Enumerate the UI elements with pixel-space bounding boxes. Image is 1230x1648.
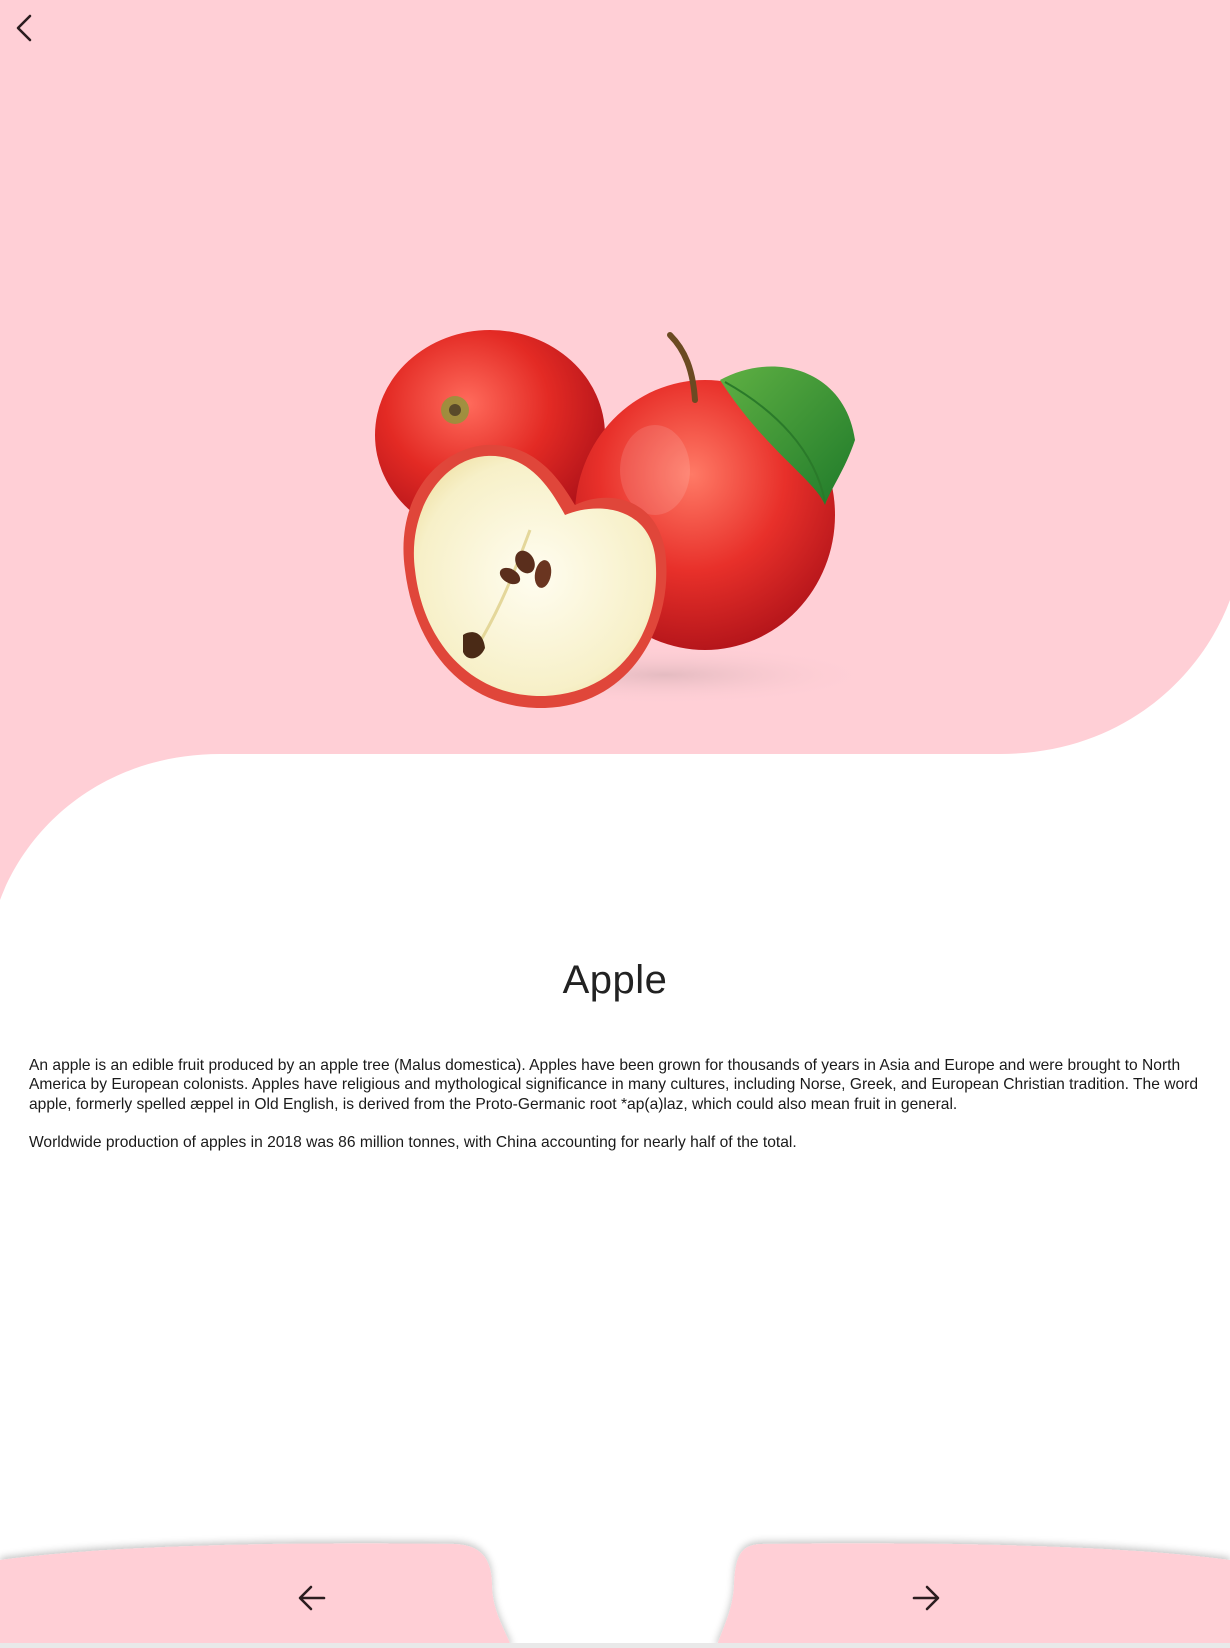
arrow-left-icon: [298, 1585, 326, 1611]
fruit-detail-page: Apple An apple is an edible fruit produc…: [0, 0, 1230, 1648]
arrow-right-icon: [912, 1585, 940, 1611]
chevron-left-icon: [16, 14, 32, 42]
bottom-navigation-bar: [0, 1543, 1230, 1648]
bottom-edge: [0, 1643, 1230, 1648]
fruit-title: Apple: [562, 958, 668, 1002]
description-paragraph: Worldwide production of apples in 2018 w…: [29, 1133, 797, 1151]
description-paragraph: An apple is an edible fruit produced by …: [29, 1057, 1198, 1113]
fruit-description: An apple is an edible fruit produced by …: [29, 1056, 1205, 1171]
apples-image: [375, 330, 875, 709]
back-button[interactable]: [4, 8, 44, 48]
previous-button[interactable]: [282, 1568, 342, 1628]
next-button[interactable]: [896, 1568, 956, 1628]
